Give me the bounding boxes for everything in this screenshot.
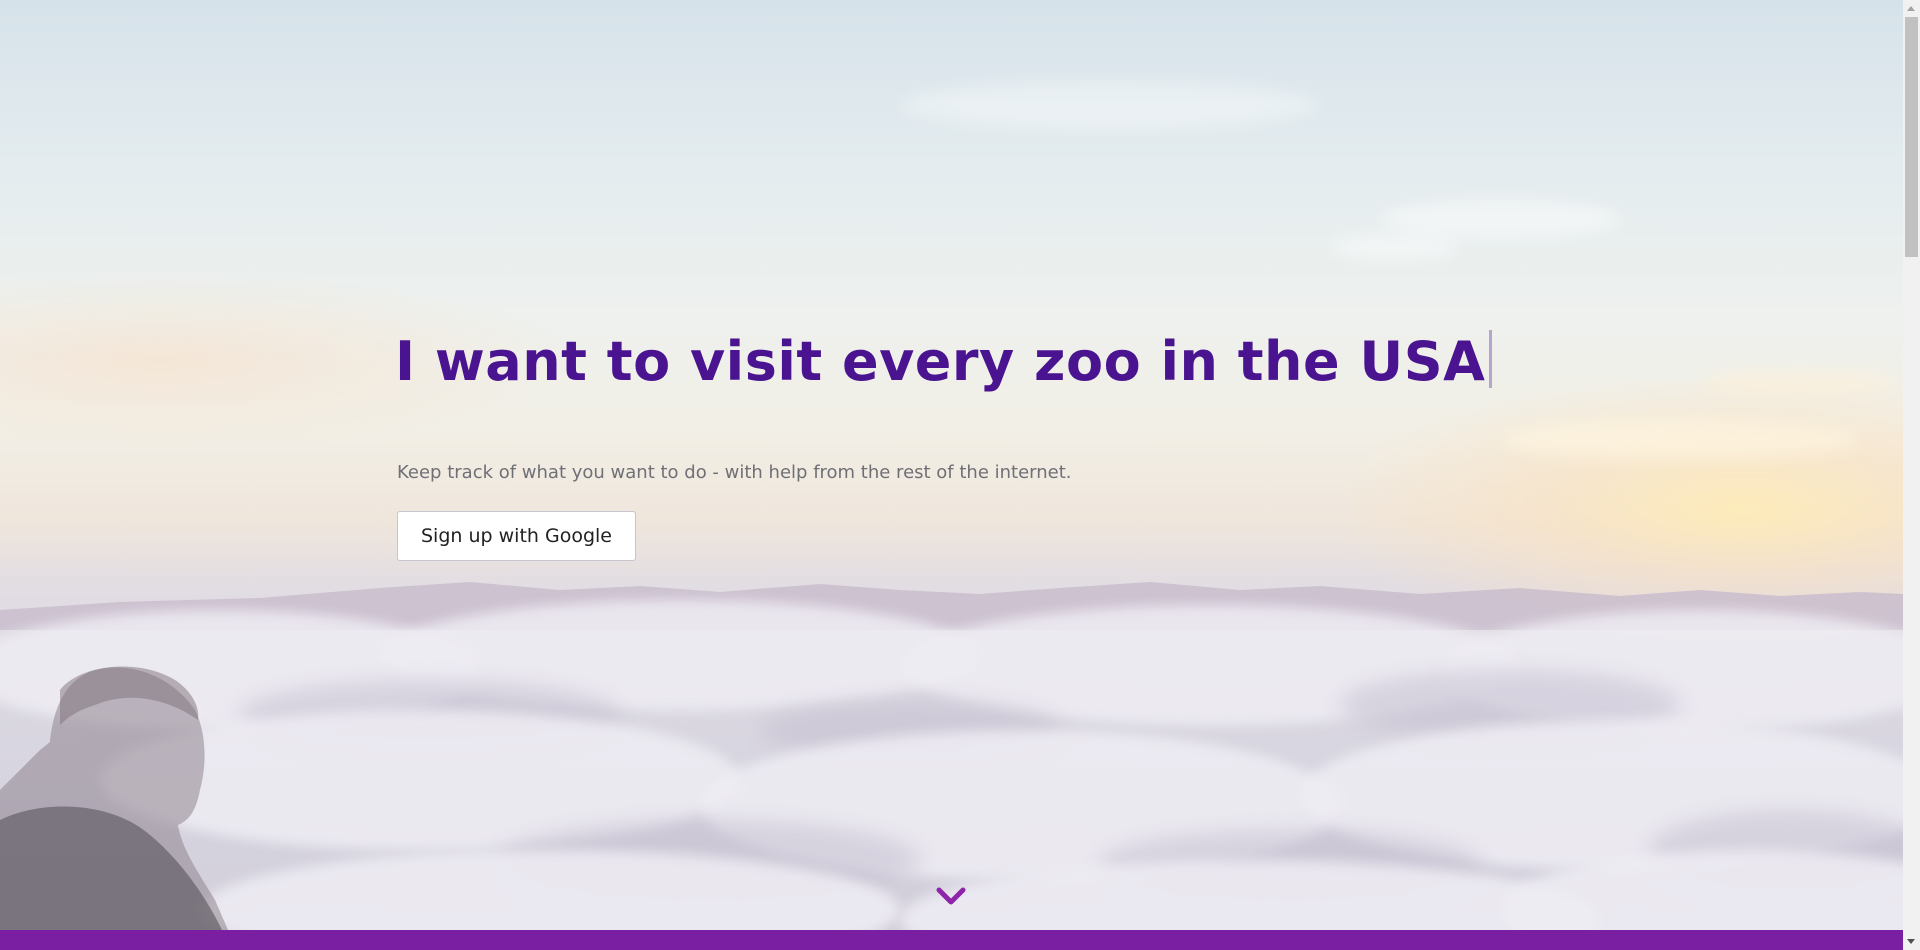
cloud-sea — [0, 590, 1903, 930]
scroll-up-arrow-icon[interactable] — [1903, 0, 1920, 17]
person-silhouette — [0, 666, 228, 930]
page-scrollbar[interactable] — [1903, 0, 1920, 950]
hero-section: I want to visit every zoo in the USA Kee… — [0, 0, 1903, 930]
typing-caret — [1489, 330, 1493, 388]
scrollbar-thumb[interactable] — [1905, 17, 1918, 257]
sign-up-with-google-button[interactable]: Sign up with Google — [397, 511, 636, 561]
next-section-bar — [0, 930, 1903, 950]
page-viewport: I want to visit every zoo in the USA Kee… — [0, 0, 1903, 950]
scroll-down-arrow-icon[interactable] — [1903, 933, 1920, 950]
headline-text: I want to visit every zoo in the USA — [395, 330, 1486, 393]
hero-headline: I want to visit every zoo in the USA — [395, 320, 1495, 404]
hero-content: I want to visit every zoo in the USA Kee… — [395, 320, 1495, 561]
chevron-down-icon[interactable] — [935, 884, 967, 908]
hero-tagline: Keep track of what you want to do - with… — [397, 462, 1072, 483]
